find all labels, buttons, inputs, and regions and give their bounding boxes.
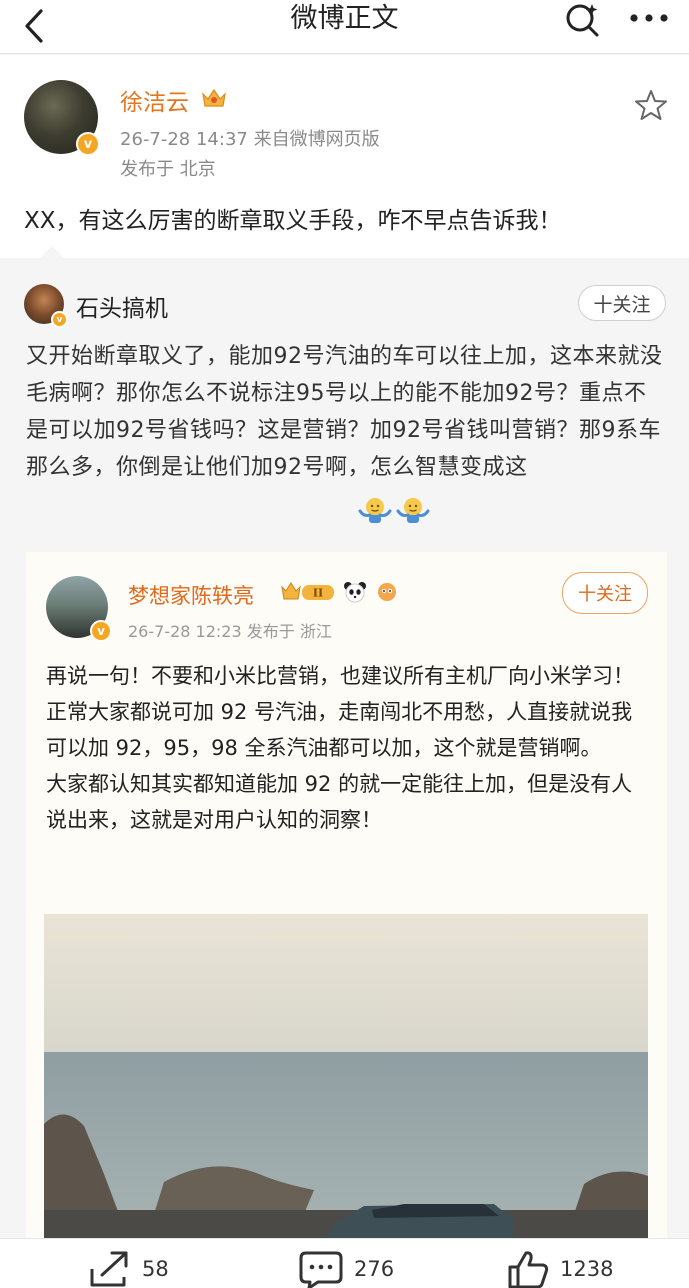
panda-icon: [344, 582, 366, 603]
repost-follow-button[interactable]: 十关注: [578, 285, 666, 321]
sticker-icon: [378, 583, 396, 601]
top-nav-bar: 微博正文: [0, 0, 689, 54]
search-button[interactable]: [560, 0, 604, 40]
author-avatar[interactable]: v: [24, 80, 100, 156]
comment-bubble-icon: [299, 1251, 343, 1288]
quoted-post-text: 再说一句！不要和小米比营销，也建议所有主机厂向小米学习！ 正常大家都说可加 92…: [46, 658, 650, 838]
reposted-content[interactable]: v 石头搞机 十关注 又开始断章取义了，能加92号汽油的车可以往上加，这本来就没…: [0, 246, 689, 1238]
crown-level-badge-icon: II: [281, 582, 334, 600]
star-favorite-icon[interactable]: [634, 88, 668, 122]
verified-badge-icon: v: [51, 311, 68, 328]
author-name[interactable]: 徐洁云: [120, 83, 189, 117]
repost-author-name[interactable]: 石头搞机: [76, 289, 168, 323]
like-count: 1238: [560, 1257, 614, 1281]
quoted-paragraph: 正常大家都说可加 92 号汽油，走南闯北不用愁，人直接就说我可以加 92，95，…: [46, 700, 633, 760]
quoted-paragraph: 再说一句！不要和小米比营销，也建议所有主机厂向小米学习！: [46, 664, 634, 688]
quoted-author-avatar: v: [46, 576, 112, 642]
bottom-action-bar: 58 276 1238: [0, 1238, 689, 1288]
repost-notch: [40, 246, 64, 258]
level-badge-text: II: [313, 587, 323, 600]
more-dots-icon: [630, 14, 668, 22]
repost-count: 58: [142, 1257, 169, 1281]
like-action[interactable]: 1238: [506, 1239, 613, 1288]
main-post: v 徐洁云 26-7-28 14:37 来自微博网页版 发布于 北京 XX，有这…: [0, 55, 689, 258]
quoted-post-meta: 26-7-28 12:23 发布于 浙江: [128, 622, 332, 641]
post-text: XX，有这么厉害的断章取义手段，咋不早点告诉我！: [24, 208, 562, 234]
shrug-emoji-icon: [396, 498, 430, 523]
comment-count: 276: [354, 1257, 395, 1281]
search-icon: [566, 4, 599, 37]
crown-vip-icon: [202, 88, 226, 107]
quoted-author-name: 梦想家陈轶亮: [128, 584, 254, 608]
seaside-car-photo: [44, 914, 648, 1238]
more-options-button[interactable]: [624, 0, 674, 36]
emoji-row: [358, 495, 430, 525]
post-location: 发布于 北京: [120, 159, 216, 180]
share-arrow-icon: [90, 1251, 128, 1287]
verified-badge-icon: v: [90, 620, 112, 642]
post-time-source: 26-7-28 14:37 来自微博网页版: [120, 129, 380, 150]
quoted-paragraph: 大家都认知其实都知道能加 92 的就一定能往上加，但是没有人说出来，这就是对用户…: [46, 772, 633, 832]
quoted-author-badges: II: [280, 580, 400, 604]
repost-author-avatar[interactable]: v: [24, 284, 68, 328]
comment-action[interactable]: 276: [298, 1239, 394, 1288]
quoted-follow-button: 十关注: [562, 572, 648, 614]
thumbs-up-icon: [508, 1251, 549, 1288]
verified-badge-icon: v: [76, 132, 100, 156]
shrug-emoji-icon: [358, 498, 392, 523]
repost-action[interactable]: 58: [88, 1239, 169, 1288]
repost-text: 又开始断章取义了，能加92号汽油的车可以往上加，这本来就没毛病啊？那你怎么不说标…: [26, 344, 663, 480]
